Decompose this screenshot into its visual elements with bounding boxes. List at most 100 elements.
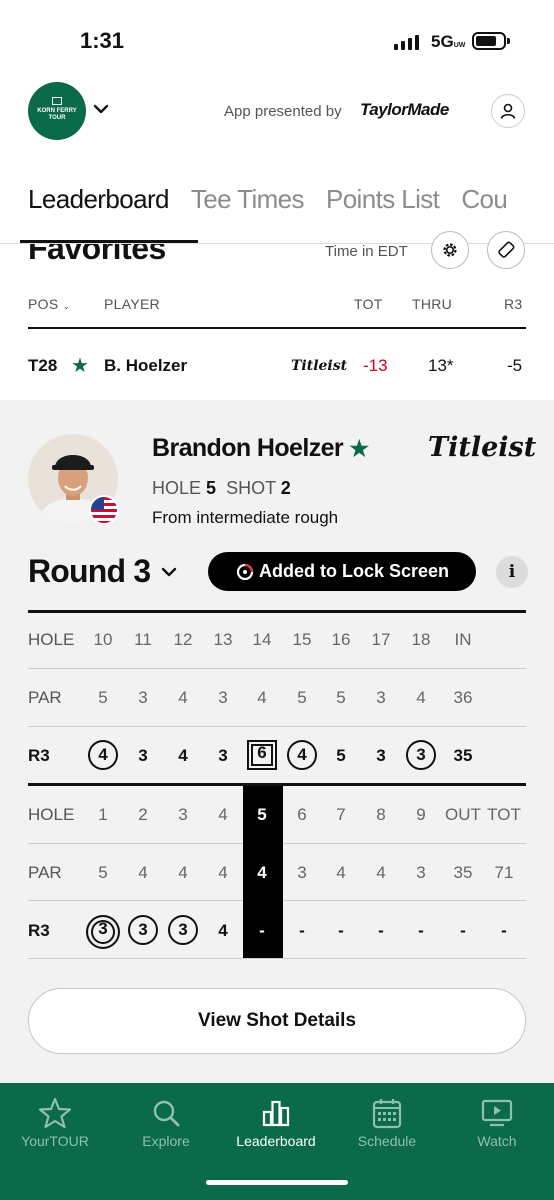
view-shot-details-button[interactable]: View Shot Details [28, 988, 526, 1054]
scorecard-cell: 5 [336, 688, 346, 707]
rotate-button[interactable] [487, 231, 525, 269]
scorecard-cell: 3 [163, 915, 203, 945]
scorecard-cell: 4 [282, 740, 322, 770]
nav-schedule[interactable]: Schedule [332, 1093, 442, 1149]
network-label: 5GUW [431, 32, 466, 51]
player-sponsor-logo: Titleist [428, 432, 537, 463]
scorecard-cell: OUT [445, 805, 481, 824]
info-button[interactable]: i [496, 556, 528, 588]
nav-label: Watch [477, 1133, 517, 1149]
scorecard-cell: 4 [218, 805, 228, 824]
row-divider [28, 668, 526, 669]
double-bogey-mark: 6 [247, 740, 277, 770]
scorecard-cell: 71 [494, 863, 514, 882]
scorecard-cell: 4 [178, 746, 188, 765]
scorecard-cell: - [378, 921, 384, 940]
time-zone-label: Time in EDT [325, 243, 408, 260]
scorecard-cell: 9 [416, 805, 426, 824]
birdie-bogey-mark: 4 [287, 740, 317, 770]
scorecard-cell: 3 [376, 746, 386, 765]
scorecard-cell: 3 [138, 688, 148, 707]
scorecard-cell: 4 [257, 863, 267, 882]
scorecard-cell: 4 [83, 740, 123, 770]
scorecard-row-label: HOLE [28, 805, 75, 824]
live-activity-icon [236, 563, 254, 580]
scorecard-cell: 12 [173, 630, 193, 649]
scorecard-cell: 13 [213, 630, 233, 649]
scorecard-cell: - [259, 921, 265, 940]
profile-button[interactable] [491, 94, 525, 128]
player-name[interactable]: Brandon Hoelzer ★ [152, 434, 369, 463]
header-rule [28, 327, 526, 329]
scorecard-cell: 4 [178, 688, 188, 707]
scorecard-cell: - [299, 921, 305, 940]
row-divider [28, 726, 526, 727]
chevron-down-icon[interactable] [92, 100, 110, 118]
favorites-title: Favorites [28, 244, 166, 266]
favorites-title-clip: Favorites [0, 244, 554, 274]
birdie-bogey-mark: 4 [88, 740, 118, 770]
rotate-icon [498, 241, 515, 258]
nav-yourtour[interactable]: YourTOUR [0, 1093, 110, 1149]
scorecard-row-label: R3 [28, 921, 50, 940]
favorite-star-icon[interactable]: ★ [71, 353, 89, 378]
tab-leaderboard[interactable]: Leaderboard [28, 184, 169, 215]
lock-screen-button[interactable]: Added to Lock Screen [208, 552, 476, 591]
tour-logo[interactable]: KORN FERRY TOUR [28, 82, 86, 140]
round-selector[interactable]: Round 3 [28, 553, 151, 590]
scorecard-cell: 6 [297, 805, 307, 824]
scorecard-cell: 17 [371, 630, 391, 649]
scorecard-cell: 5 [336, 746, 346, 765]
scorecard-cell: 4 [138, 863, 148, 882]
scorecard-row-label: R3 [28, 746, 50, 765]
scorecard-cell: - [460, 921, 466, 940]
scorecard-cell: 5 [98, 688, 108, 707]
column-pos[interactable]: POS ⌄ [28, 296, 71, 312]
scorecard-cell: 35 [453, 863, 473, 882]
scorecard-cell: - [418, 921, 424, 940]
column-round: R3 [504, 296, 523, 312]
scorecard-cell: 3 [297, 863, 307, 882]
scorecard-cell: 36 [453, 688, 473, 707]
star-icon [38, 1097, 72, 1129]
scorecard-cell: 3 [138, 746, 148, 765]
row-position: T28 [28, 356, 58, 375]
scorecard-top-rule [28, 610, 526, 613]
battery-icon [472, 32, 506, 50]
scorecard-cell: 3 [218, 688, 228, 707]
column-thru: THRU [412, 296, 453, 312]
tab-tee-times[interactable]: Tee Times [191, 184, 305, 215]
nav-leaderboard[interactable]: Leaderboard [221, 1093, 331, 1149]
tab-points-list[interactable]: Points List [326, 184, 440, 215]
search-icon [153, 1100, 180, 1127]
scorecard-cell: 4 [336, 863, 346, 882]
scorecard-cell: 6 [242, 740, 282, 770]
chevron-down-icon[interactable] [160, 563, 178, 581]
favorite-star-icon[interactable]: ★ [349, 436, 369, 461]
tab-courses[interactable]: Cou [461, 184, 508, 215]
scorecard-cell: 7 [336, 805, 346, 824]
scorecard-cell: 5 [98, 863, 108, 882]
scorecard-cell: 35 [453, 746, 473, 765]
birdie-bogey-mark: 3 [406, 740, 436, 770]
birdie-bogey-mark: 3 [128, 915, 158, 945]
nav-watch[interactable]: Watch [442, 1093, 552, 1149]
scorecard-cell: 4 [218, 921, 228, 940]
nav-label: Leaderboard [236, 1133, 316, 1149]
scorecard-cell: 4 [416, 688, 426, 707]
hole-shot-status: HOLE 5 SHOT 2 [152, 478, 291, 498]
nav-label: Schedule [357, 1133, 417, 1149]
eagle-mark: 3 [86, 915, 120, 949]
scorecard-cell: 11 [134, 630, 152, 649]
nav-explore[interactable]: Explore [111, 1093, 221, 1149]
row-player-name[interactable]: B. Hoelzer [104, 356, 187, 376]
leaderboard-icon [262, 1100, 290, 1127]
scorecard-cell: 3 [123, 915, 163, 945]
presented-by-label: App presented by [224, 103, 342, 120]
scorecard-row-label: HOLE [28, 630, 75, 649]
scorecard-cell: 4 [257, 688, 267, 707]
tab-bar: Leaderboard Tee Times Points List Cou [28, 184, 508, 215]
scorecard-row-label: PAR [28, 688, 62, 707]
settings-button[interactable] [431, 231, 469, 269]
person-icon [500, 103, 516, 119]
